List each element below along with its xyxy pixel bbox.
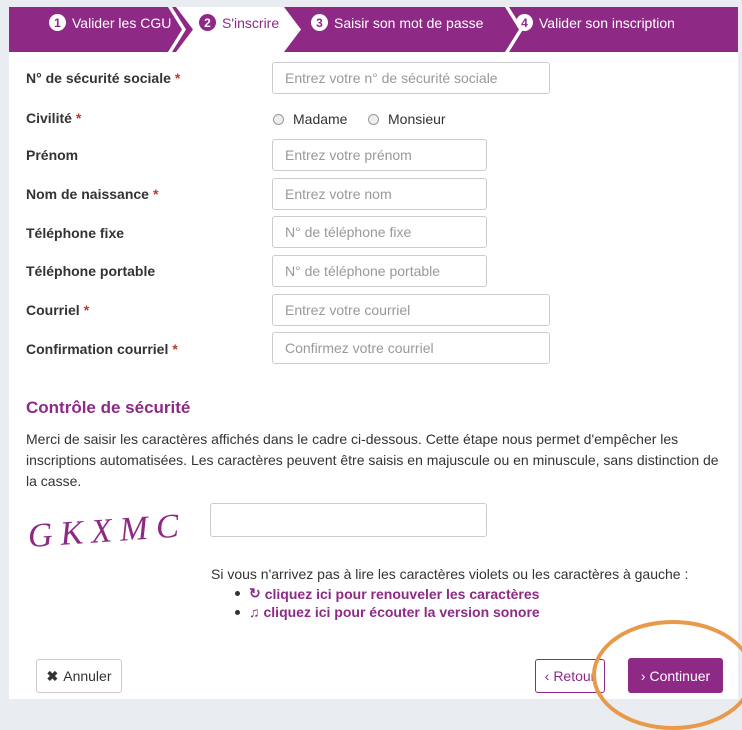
step-number: 1 [49, 14, 66, 31]
radio-madame[interactable]: Madame [273, 111, 347, 127]
refresh-icon: ↻ [249, 585, 261, 601]
tel-portable-label: Téléphone portable [26, 263, 156, 279]
step-1: 1 Valider les CGU [49, 0, 171, 45]
bullet-icon [235, 609, 240, 615]
renew-captcha-link[interactable]: ↻ cliquez ici pour renouveler les caract… [235, 585, 539, 602]
radio-circle-icon [368, 113, 379, 125]
step-label: Valider les CGU [72, 14, 172, 31]
courriel-input[interactable]: Entrez votre courriel [272, 294, 550, 326]
bullet-icon [235, 591, 240, 596]
tel-fixe-input[interactable]: N° de téléphone fixe [272, 216, 487, 248]
captcha-image: GKXMC [28, 507, 178, 550]
step-number: 3 [311, 14, 328, 31]
step-number: 2 [199, 14, 216, 31]
step-3: 3 Saisir son mot de passe [311, 0, 483, 45]
tel-fixe-label: Téléphone fixe [26, 225, 125, 241]
step-4: 4 Valider son inscription [516, 0, 675, 45]
radio-monsieur[interactable]: Monsieur [368, 111, 446, 127]
step-number: 4 [516, 14, 533, 31]
step-2: 2 S'inscrire [199, 0, 279, 45]
captcha-help-text: Si vous n'arrivez pas à lire les caractè… [211, 566, 689, 582]
confirm-courriel-label: Confirmation courriel * [26, 341, 178, 357]
nir-input[interactable]: Entrez votre n° de sécurité sociale [272, 62, 550, 94]
courriel-label: Courriel * [26, 302, 90, 318]
highlight-circle [592, 620, 742, 730]
step-label: Valider son inscription [539, 14, 675, 31]
nir-label: N° de sécurité sociale * [26, 70, 181, 86]
annuler-button[interactable]: ✖ Annuler [36, 659, 122, 693]
captcha-char: GKXMC [28, 507, 178, 550]
security-description: Merci de saisir les caractères affichés … [26, 431, 719, 489]
confirm-courriel-input[interactable]: Confirmez votre courriel [272, 332, 550, 364]
radio-circle-icon [273, 113, 284, 125]
chevron-left-icon: ‹ [544, 668, 550, 684]
prenom-label: Prénom [26, 147, 79, 163]
captcha-input[interactable] [210, 503, 487, 537]
tel-portable-input[interactable]: N° de téléphone portable [272, 255, 487, 287]
step-label: S'inscrire [222, 14, 280, 31]
music-note-icon: ♫ [249, 604, 260, 620]
nom-label: Nom de naissance * [26, 186, 159, 202]
step-label: Saisir son mot de passe [334, 14, 484, 31]
security-title: Contrôle de sécurité [26, 398, 191, 417]
civilite-label: Civilité * [26, 110, 82, 126]
close-icon: ✖ [46, 667, 59, 684]
audio-captcha-link[interactable]: ♫ cliquez ici pour écouter la version so… [235, 604, 540, 620]
nom-input[interactable]: Entrez votre nom [272, 178, 487, 210]
prenom-input[interactable]: Entrez votre prénom [272, 139, 487, 171]
